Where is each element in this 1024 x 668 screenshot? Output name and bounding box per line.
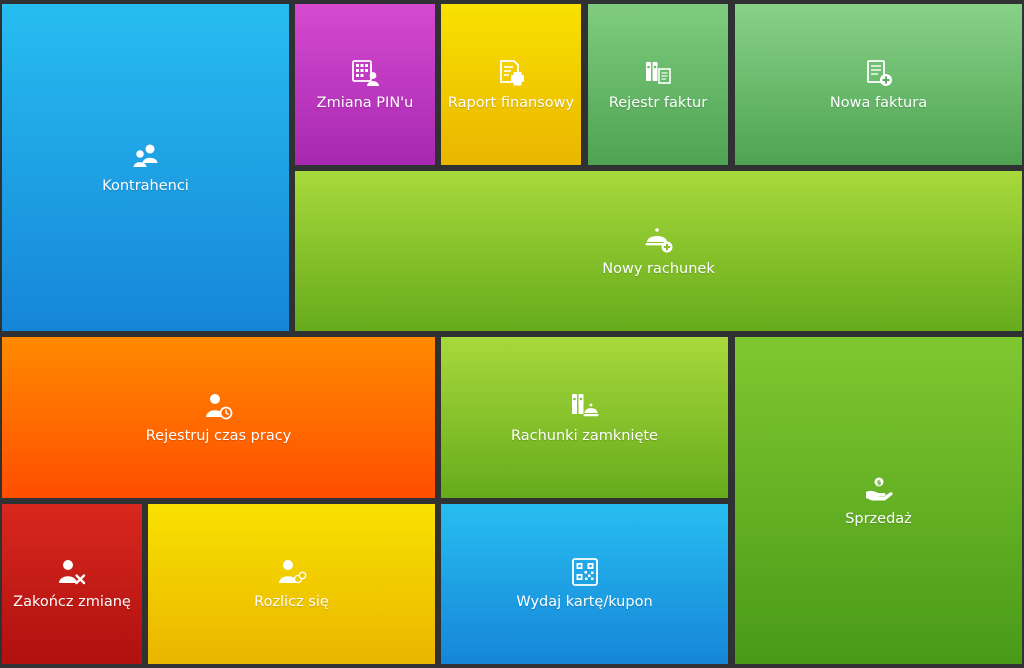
tile-nowy-rachunek-label: Nowy rachunek [602,261,715,277]
tile-rachunki-zamkniete[interactable]: Rachunki zamknięte [441,337,728,498]
tile-nowa-faktura[interactable]: Nowa faktura [735,4,1022,165]
cloche-add-icon [644,224,674,254]
user-coins-icon [277,557,307,587]
tile-rachunki-zamkniete-label: Rachunki zamknięte [511,427,658,444]
report-printer-icon [496,58,526,88]
user-clock-icon [204,391,234,421]
tile-kontrahenci[interactable]: Kontrahenci [2,4,289,331]
tile-raport-finansowy[interactable]: Raport finansowy [441,4,581,165]
binders-invoice-icon [643,58,673,88]
binders-cloche-icon [570,391,600,421]
tile-rejestr-faktur-label: Rejestr faktur [608,94,708,111]
tile-rejestruj-czas-pracy[interactable]: Rejestruj czas pracy [2,337,435,498]
hand-coin-icon: $ [864,474,894,504]
tile-nowa-faktura-label: Nowa faktura [829,94,928,111]
tile-raport-finansowy-label: Raport finansowy [447,94,575,111]
tile-wydaj-karte-kupon[interactable]: Wydaj kartę/kupon [441,504,728,664]
user-remove-icon [57,557,87,587]
tile-sprzedaz-label: Sprzedaż [845,510,912,527]
tile-kontrahenci-label: Kontrahenci [102,177,189,194]
tile-zakoncz-zmiane[interactable]: Zakończ zmianę [2,504,142,664]
tile-rozlicz-sie[interactable]: Rozlicz się [148,504,435,664]
tile-sprzedaz[interactable]: $ Sprzedaż [735,337,1022,664]
qr-card-icon [570,557,600,587]
tile-rejestr-faktur[interactable]: Rejestr faktur [588,4,728,165]
svg-text:$: $ [876,478,881,486]
invoice-add-icon [864,58,894,88]
users-icon [131,141,161,171]
keypad-user-icon [350,58,380,88]
tile-zakoncz-zmiane-label: Zakończ zmianę [13,594,131,610]
tile-nowy-rachunek[interactable]: Nowy rachunek [295,171,1022,331]
tile-rozlicz-sie-label: Rozlicz się [254,594,329,610]
tile-zmiana-pin-label: Zmiana PIN'u [316,94,414,111]
tile-zmiana-pin[interactable]: Zmiana PIN'u [295,4,435,165]
tile-rejestruj-czas-pracy-label: Rejestruj czas pracy [145,427,292,444]
tile-wydaj-karte-kupon-label: Wydaj kartę/kupon [516,594,653,610]
